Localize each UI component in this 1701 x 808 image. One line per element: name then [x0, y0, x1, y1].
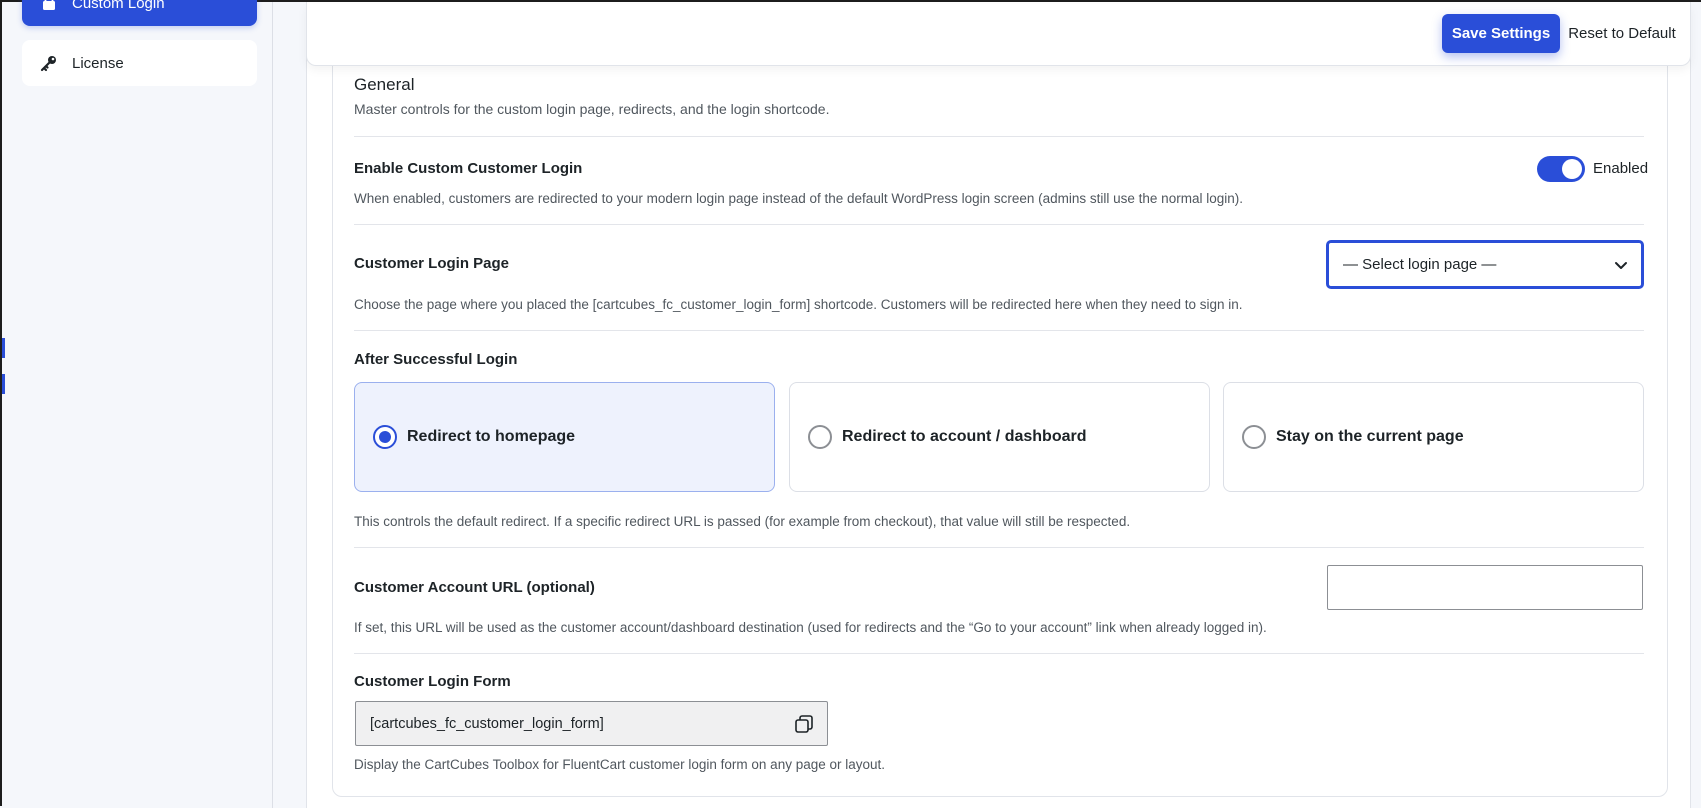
reset-to-default-button[interactable]: Reset to Default	[1566, 14, 1678, 53]
shortcode-field[interactable]: [cartcubes_fc_customer_login_form]	[355, 701, 828, 746]
copy-icon[interactable]	[793, 713, 815, 735]
radio-button[interactable]	[1242, 425, 1266, 449]
login-form-help: Display the CartCubes Toolbox for Fluent…	[354, 757, 886, 772]
key-icon	[40, 54, 58, 72]
login-page-select[interactable]: — Select login page —	[1326, 240, 1644, 289]
sidebar-item-label: License	[72, 54, 124, 72]
divider	[354, 136, 1644, 137]
section-title: General	[354, 75, 415, 94]
edge-marker	[2, 338, 5, 358]
redirect-option-current-page[interactable]: Stay on the current page	[1223, 382, 1644, 492]
sidebar-item-license[interactable]: License	[22, 40, 257, 86]
toggle-knob	[1562, 159, 1582, 179]
app-frame: Custom Login License Save Settings Reset…	[0, 0, 1701, 808]
enable-custom-login-toggle[interactable]	[1537, 156, 1585, 182]
login-page-select-value: — Select login page —	[1343, 256, 1497, 273]
redirect-option-account[interactable]: Redirect to account / dashboard	[789, 382, 1210, 492]
divider	[354, 653, 1644, 654]
radio-option-label: Redirect to homepage	[407, 428, 576, 445]
sidebar-item-label: Custom Login	[72, 0, 165, 12]
after-login-label: After Successful Login	[354, 351, 518, 368]
settings-toolbar: Save Settings Reset to Default	[306, 4, 1691, 66]
sidebar: Custom Login License	[4, 0, 273, 808]
after-login-help: This controls the default redirect. If a…	[354, 514, 1131, 529]
radio-option-label: Stay on the current page	[1276, 428, 1464, 445]
account-url-input[interactable]	[1327, 565, 1643, 610]
customer-login-page-label: Customer Login Page	[354, 255, 510, 272]
radio-button[interactable]	[373, 425, 397, 449]
edge-marker	[2, 374, 5, 394]
shortcode-text: [cartcubes_fc_customer_login_form]	[370, 715, 604, 732]
enable-custom-login-help: When enabled, customers are redirected t…	[354, 191, 1243, 206]
radio-button[interactable]	[808, 425, 832, 449]
divider	[354, 224, 1644, 225]
redirect-option-homepage[interactable]: Redirect to homepage	[354, 382, 775, 492]
toggle-state-label: Enabled	[1593, 160, 1649, 177]
divider	[354, 547, 1644, 548]
divider	[354, 330, 1644, 331]
account-url-label: Customer Account URL (optional)	[354, 579, 595, 596]
save-settings-button[interactable]: Save Settings	[1442, 14, 1560, 53]
radio-option-label: Redirect to account / dashboard	[842, 428, 1087, 445]
account-url-help: If set, this URL will be used as the cus…	[354, 620, 1267, 635]
login-form-label: Customer Login Form	[354, 673, 511, 690]
chevron-down-icon	[1613, 257, 1629, 273]
sidebar-item-custom-login[interactable]: Custom Login	[22, 0, 257, 26]
section-description: Master controls for the custom login pag…	[354, 101, 830, 117]
lock-icon	[40, 0, 58, 12]
customer-login-page-help: Choose the page where you placed the [ca…	[354, 297, 1243, 312]
enable-custom-login-label: Enable Custom Customer Login	[354, 160, 583, 177]
